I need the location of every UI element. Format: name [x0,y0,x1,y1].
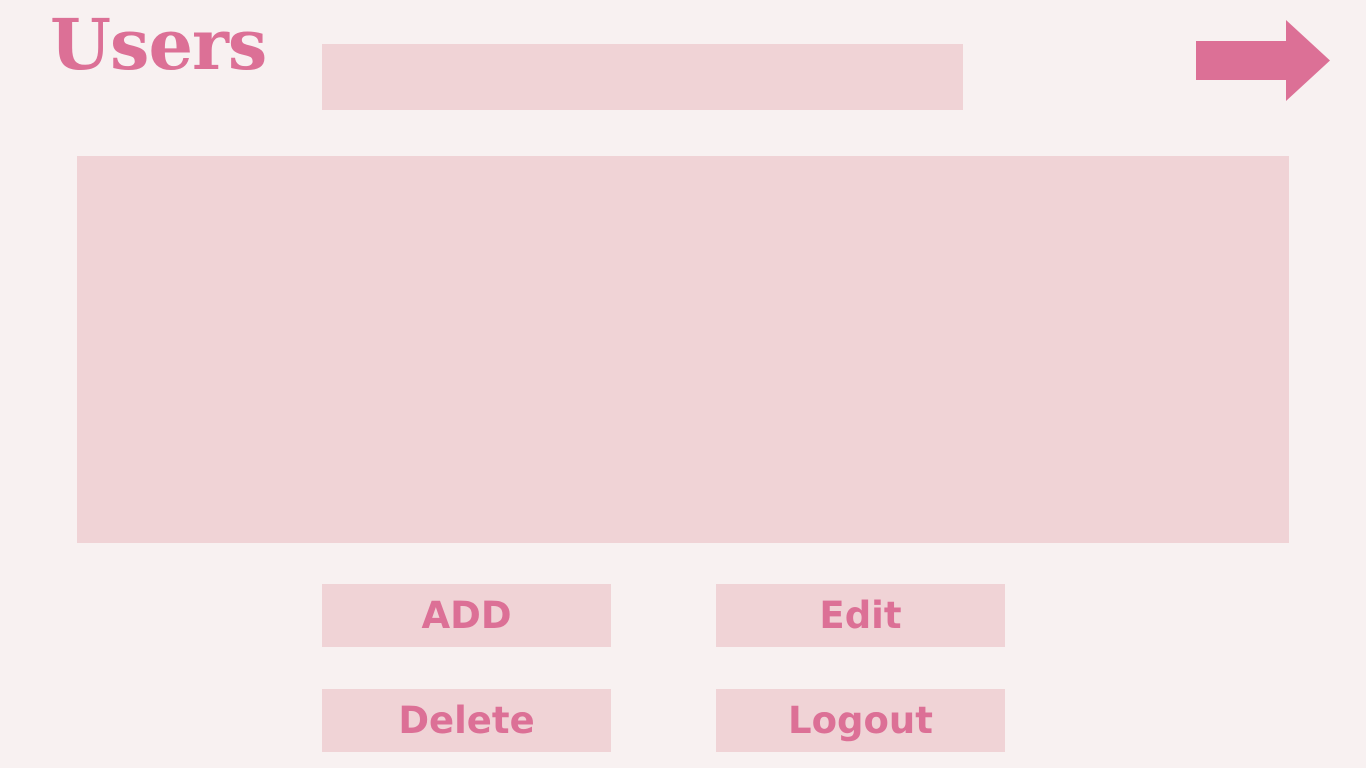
users-list-panel[interactable] [77,156,1289,543]
logout-button[interactable]: Logout [716,689,1005,752]
page-title: Users [50,3,267,86]
add-button[interactable]: ADD [322,584,611,647]
delete-button[interactable]: Delete [322,689,611,752]
edit-button[interactable]: Edit [716,584,1005,647]
right-arrow-icon [1196,20,1330,101]
next-arrow-button[interactable] [1196,20,1330,101]
search-input[interactable] [322,44,963,110]
